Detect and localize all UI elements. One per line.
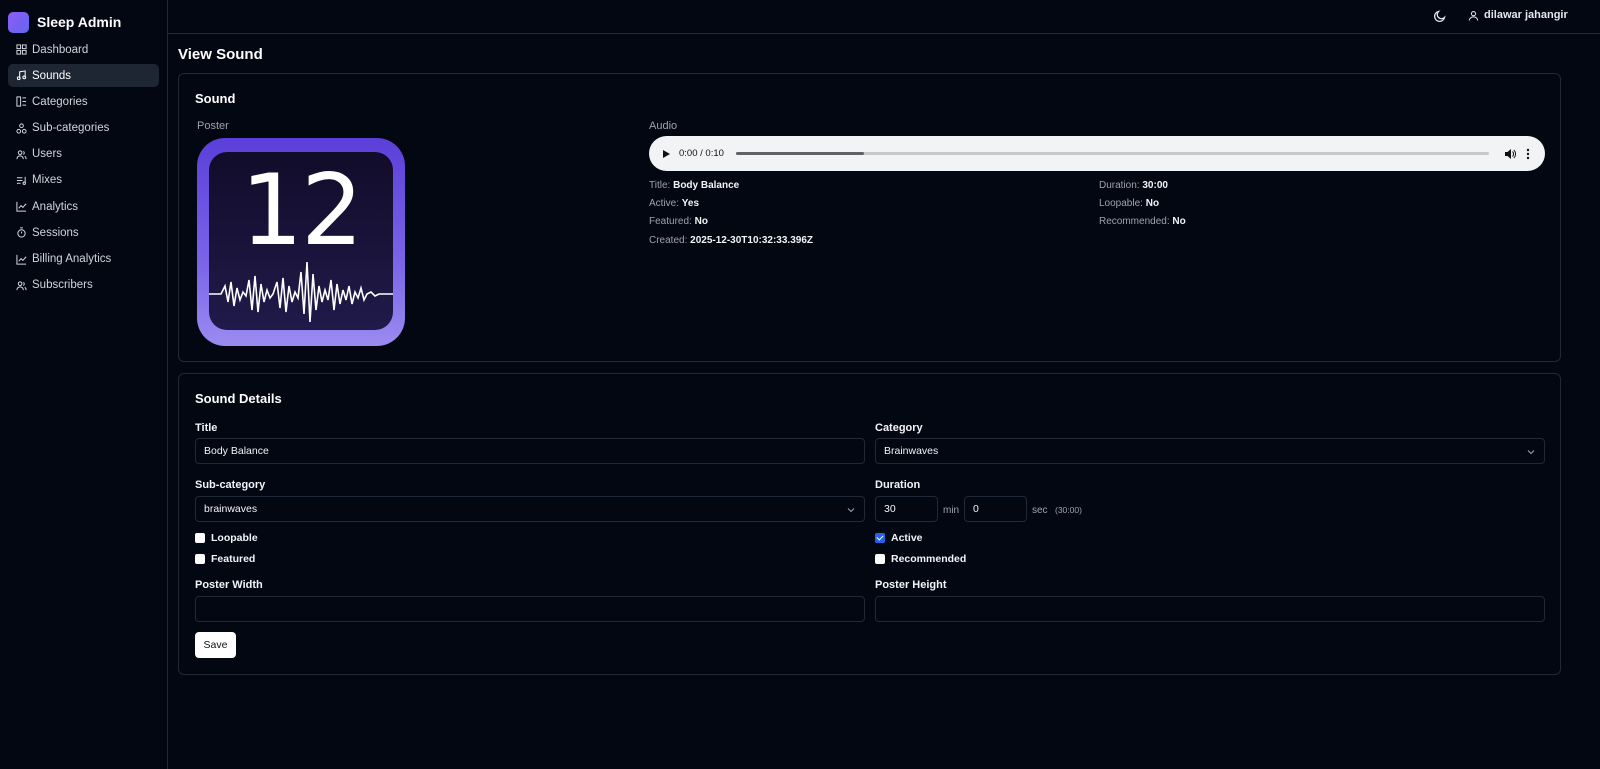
chevron-down-icon: [847, 508, 855, 513]
poster-label: Poster: [197, 120, 229, 132]
mixes-icon: [16, 176, 26, 185]
audio-label: Audio: [649, 120, 678, 132]
music-note-icon: [16, 70, 27, 81]
sidebar-item-label: Billing Analytics: [32, 253, 112, 265]
sidebar-item-categories[interactable]: Categories: [8, 90, 159, 113]
app-logo-icon: [8, 11, 29, 33]
loopable-checkbox-box[interactable]: [195, 533, 205, 543]
sound-details-card: Sound Details Title Body Balance Categor…: [178, 373, 1561, 675]
subcategories-icon: [16, 122, 27, 134]
more-options-icon[interactable]: [1526, 148, 1530, 160]
sidebar-item-sub-categories[interactable]: Sub-categories: [8, 117, 159, 140]
meta-recommended: Recommended: No: [1099, 216, 1186, 227]
sidebar-item-label: Sounds: [32, 69, 72, 82]
subcategory-value: brainwaves: [204, 503, 258, 515]
category-value: Brainwaves: [884, 445, 939, 457]
line-chart-icon: [16, 254, 27, 265]
title-label: Title: [195, 422, 218, 434]
sound-card-title: Sound: [195, 91, 236, 106]
poster-height-input[interactable]: [875, 596, 1545, 622]
sidebar-item-label: Categories: [32, 95, 88, 108]
duration-minutes-input[interactable]: 30: [875, 496, 938, 522]
meta-active: Active: Yes: [649, 198, 700, 209]
timer-icon: [17, 227, 26, 238]
minutes-unit: min: [943, 505, 960, 516]
sidebar-item-label: Sub-categories: [32, 122, 110, 135]
audio-progress-fill: [735, 152, 864, 155]
sidebar-item-label: Subscribers: [32, 279, 93, 292]
duration-seconds-input[interactable]: 0: [964, 496, 1027, 522]
brand[interactable]: Sleep Admin: [0, 0, 167, 36]
sidebar-item-analytics[interactable]: Analytics: [8, 195, 159, 218]
sidebar-item-label: Users: [32, 148, 63, 161]
category-select[interactable]: Brainwaves: [875, 438, 1545, 464]
categories-icon: [16, 96, 27, 107]
audio-time: 0:00 / 0:10: [679, 148, 724, 159]
waveform-icon: [209, 261, 393, 323]
title-input[interactable]: Body Balance: [195, 438, 865, 464]
user-name: dilawar jahangir: [1484, 9, 1568, 21]
meta-duration: Duration: 30:00: [1099, 180, 1168, 191]
moon-icon[interactable]: [1433, 9, 1447, 23]
user-icon: [1468, 10, 1479, 21]
audio-player[interactable]: 0:00 / 0:10: [649, 136, 1545, 171]
sound-details-title: Sound Details: [195, 391, 282, 406]
featured-label: Featured: [211, 553, 256, 565]
recommended-label: Recommended: [891, 553, 967, 565]
poster-number: 12: [240, 154, 364, 268]
loopable-checkbox[interactable]: Loopable: [195, 532, 258, 544]
meta-loopable: Loopable: No: [1099, 198, 1160, 209]
meta-featured: Featured: No: [649, 216, 708, 227]
sidebar-nav: Dashboard Sounds Categories Sub-categori…: [0, 38, 167, 297]
poster-width-label: Poster Width: [195, 579, 263, 591]
sidebar: Sleep Admin Dashboard Sounds Categories …: [0, 0, 168, 769]
line-chart-icon: [16, 202, 27, 212]
sidebar-item-subscribers[interactable]: Subscribers: [8, 274, 159, 297]
users-icon: [16, 281, 27, 290]
poster-image: 12: [197, 138, 405, 346]
app-title: Sleep Admin: [37, 14, 122, 30]
subcategory-label: Sub-category: [195, 479, 266, 491]
active-label: Active: [891, 532, 923, 544]
recommended-checkbox-box[interactable]: [875, 554, 885, 564]
sidebar-item-dashboard[interactable]: Dashboard: [8, 38, 159, 61]
sidebar-item-label: Sessions: [32, 226, 79, 239]
duration-label: Duration: [875, 479, 921, 491]
chevron-down-icon: [1527, 450, 1535, 455]
meta-created: Created: 2025-12-30T10:32:33.396Z: [649, 235, 814, 246]
category-label: Category: [875, 422, 923, 434]
sound-card: Sound Poster 12 Audio 0:00 / 0:10 Title:…: [178, 73, 1561, 362]
play-icon[interactable]: [663, 149, 670, 158]
duration-hint: (30:00): [1055, 505, 1082, 515]
subcategory-select[interactable]: brainwaves: [195, 496, 865, 522]
loopable-label: Loopable: [211, 532, 258, 544]
sidebar-item-users[interactable]: Users: [8, 143, 159, 166]
meta-title: Title: Body Balance: [649, 180, 740, 191]
seconds-unit: sec: [1032, 505, 1048, 516]
audio-seek-bar[interactable]: [735, 152, 1489, 155]
poster-height-label: Poster Height: [875, 579, 947, 591]
top-bar: dilawar jahangir: [168, 0, 1600, 34]
sidebar-item-sounds[interactable]: Sounds: [8, 64, 159, 88]
volume-icon[interactable]: [1504, 148, 1516, 160]
page-title: View Sound: [178, 46, 263, 63]
featured-checkbox-box[interactable]: [195, 554, 205, 564]
users-icon: [16, 150, 27, 159]
featured-checkbox[interactable]: Featured: [195, 553, 255, 565]
sidebar-item-billing-analytics[interactable]: Billing Analytics: [8, 248, 159, 271]
dashboard-icon: [16, 44, 27, 55]
sidebar-item-label: Analytics: [32, 200, 79, 213]
sidebar-item-sessions[interactable]: Sessions: [8, 221, 159, 244]
sidebar-item-label: Dashboard: [32, 43, 89, 56]
user-menu[interactable]: dilawar jahangir: [1468, 9, 1568, 21]
save-button[interactable]: Save: [195, 632, 236, 658]
active-checkbox-box[interactable]: [875, 533, 885, 543]
poster-width-input[interactable]: [195, 596, 865, 622]
poster-inner: 12: [209, 152, 393, 330]
active-checkbox[interactable]: Active: [875, 532, 923, 544]
sidebar-item-mixes[interactable]: Mixes: [8, 169, 159, 192]
recommended-checkbox[interactable]: Recommended: [875, 553, 966, 565]
sidebar-item-label: Mixes: [32, 174, 63, 187]
